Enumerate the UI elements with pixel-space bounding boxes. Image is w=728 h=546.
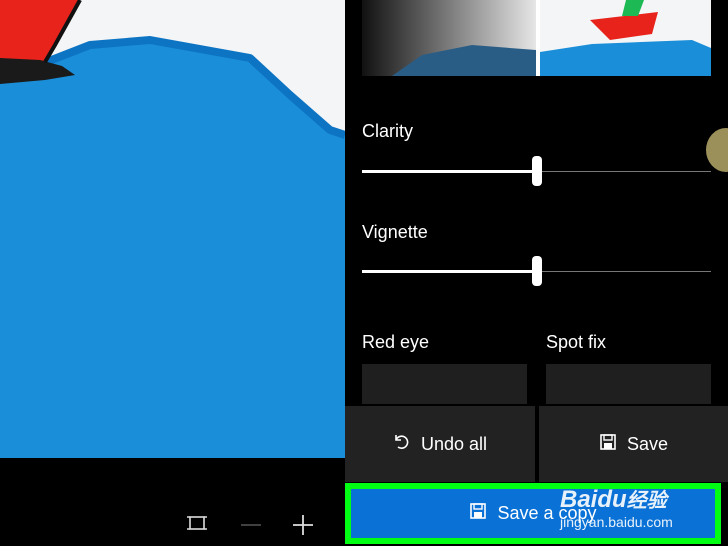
undo-all-label: Undo all: [420, 433, 488, 454]
watermark-logo: Baidu经验: [560, 484, 667, 514]
red-eye-label: Red eye: [362, 332, 430, 352]
clarity-slider[interactable]: [362, 156, 711, 186]
save-label: Save: [626, 433, 669, 454]
undo-icon: [393, 433, 411, 456]
spot-fix-label: Spot fix: [546, 332, 607, 352]
clarity-track-empty: [537, 171, 711, 172]
clarity-slider-thumb[interactable]: [532, 156, 542, 186]
photo-canvas: [0, 0, 345, 458]
spot-fix-button[interactable]: [546, 364, 711, 404]
watermark-url: jingyan.baidu.com: [560, 514, 673, 530]
floppy-icon: [599, 433, 617, 456]
drawing-image: [0, 0, 345, 458]
clarity-label: Clarity: [362, 121, 414, 141]
save-button[interactable]: Save: [539, 406, 728, 482]
floppy-icon: [469, 502, 487, 525]
red-eye-button[interactable]: [362, 364, 527, 404]
fit-screen-icon[interactable]: [186, 512, 208, 538]
undo-all-button[interactable]: Undo all: [345, 406, 535, 482]
watermark-brand-suffix: 经验: [626, 490, 667, 512]
vignette-slider[interactable]: [362, 256, 711, 286]
filter-preview-strip[interactable]: [362, 0, 711, 76]
watermark-brand: Baidu: [560, 486, 627, 513]
vignette-track-filled: [362, 270, 537, 273]
vignette-track-empty: [537, 271, 711, 272]
vignette-label: Vignette: [362, 222, 428, 242]
vignette-slider-thumb[interactable]: [532, 256, 542, 286]
minus-icon[interactable]: [240, 514, 262, 540]
clarity-track-filled: [362, 170, 537, 173]
plus-icon[interactable]: [292, 514, 314, 540]
